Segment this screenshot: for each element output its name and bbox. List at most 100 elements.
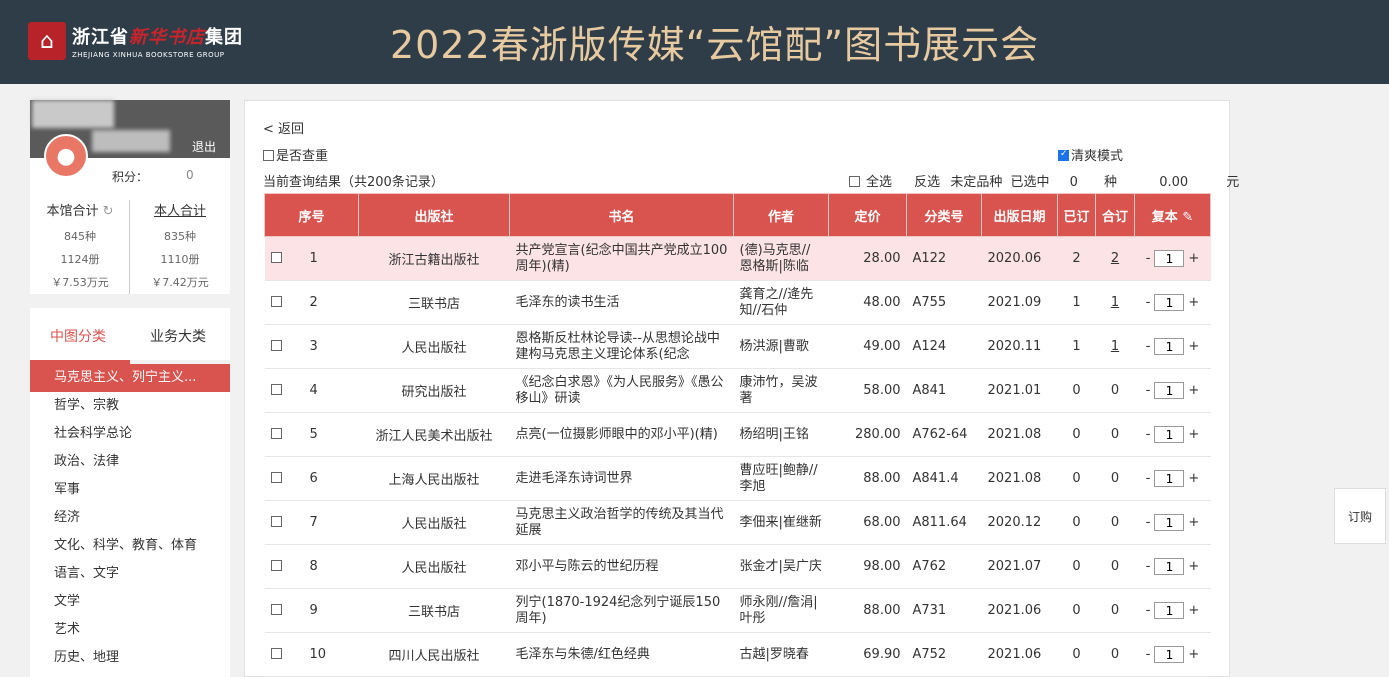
total-link[interactable]: 0 bbox=[1111, 471, 1119, 486]
quantity-input[interactable] bbox=[1154, 382, 1185, 399]
total-link[interactable]: 1 bbox=[1111, 339, 1119, 354]
quantity-input[interactable] bbox=[1154, 294, 1185, 311]
back-link[interactable]: < 返回 bbox=[263, 118, 304, 137]
row-checkbox[interactable] bbox=[270, 384, 282, 395]
decrement-button[interactable]: - bbox=[1146, 647, 1151, 662]
header-ordered[interactable]: 已订 bbox=[1057, 193, 1096, 237]
personal-total-label[interactable]: 本人合计 bbox=[130, 200, 230, 219]
total-cell[interactable]: 2 bbox=[1095, 236, 1135, 281]
header-title[interactable]: 书名 bbox=[509, 193, 734, 237]
table-row[interactable]: 5 浙江人民美术出版社 点亮(一位摄影师眼中的邓小平)(精) 杨绍明|王铭 280.00… bbox=[264, 412, 1211, 457]
category-item[interactable]: 政治、法律 bbox=[30, 448, 230, 476]
quantity-input[interactable] bbox=[1154, 470, 1185, 487]
increment-button[interactable]: + bbox=[1188, 339, 1199, 354]
tab-clc[interactable]: 中图分类 bbox=[50, 326, 106, 346]
header-total[interactable]: 合订 bbox=[1095, 193, 1135, 237]
checkbox-icon[interactable] bbox=[849, 176, 860, 187]
increment-button[interactable]: + bbox=[1188, 559, 1199, 574]
category-item[interactable]: 语言、文字 bbox=[30, 560, 230, 588]
refresh-icon[interactable]: ↻ bbox=[98, 204, 114, 219]
increment-button[interactable]: + bbox=[1188, 471, 1199, 486]
total-cell[interactable]: 0 bbox=[1095, 500, 1135, 545]
dedup-checkbox[interactable]: 是否查重 bbox=[263, 145, 328, 164]
increment-button[interactable]: + bbox=[1188, 295, 1199, 310]
category-item[interactable]: 马克思主义、列宁主义... bbox=[30, 364, 230, 392]
table-row[interactable]: 3 人民出版社 恩格斯反杜林论导读--从思想论战中建构马克思主义理论体系(纪念 杨洪源… bbox=[264, 324, 1211, 369]
quantity-input[interactable] bbox=[1154, 426, 1185, 443]
total-cell[interactable]: 0 bbox=[1095, 544, 1135, 589]
quantity-input[interactable] bbox=[1154, 250, 1185, 267]
table-row[interactable]: 6 上海人民出版社 走进毛泽东诗词世界 曹应旺|鲍静//李旭 88.00 A841.4 20… bbox=[264, 456, 1211, 501]
logout-link[interactable]: 退出 bbox=[192, 138, 216, 155]
select-all[interactable]: 全选 bbox=[849, 175, 898, 190]
row-checkbox[interactable] bbox=[270, 472, 282, 483]
increment-button[interactable]: + bbox=[1188, 647, 1199, 662]
checked-checkbox-icon[interactable] bbox=[1058, 149, 1069, 161]
quantity-input[interactable] bbox=[1154, 602, 1185, 619]
total-cell[interactable]: 0 bbox=[1095, 588, 1135, 633]
increment-button[interactable]: + bbox=[1188, 603, 1199, 618]
row-checkbox[interactable] bbox=[270, 428, 282, 439]
category-item[interactable]: 文学 bbox=[30, 588, 230, 616]
category-item[interactable]: 经济 bbox=[30, 504, 230, 532]
quantity-input[interactable] bbox=[1154, 558, 1185, 575]
total-link[interactable]: 0 bbox=[1111, 603, 1119, 618]
category-item[interactable]: 艺术 bbox=[30, 616, 230, 644]
total-cell[interactable]: 0 bbox=[1095, 368, 1135, 413]
total-cell[interactable]: 0 bbox=[1095, 456, 1135, 501]
header-copies[interactable]: 复本 ✎ bbox=[1134, 193, 1211, 237]
table-row[interactable]: 9 三联书店 列宁(1870-1924纪念列宁诞辰150周年) 师永刚//詹涓|叶彤 8… bbox=[264, 588, 1211, 633]
row-checkbox[interactable] bbox=[270, 340, 282, 351]
total-cell[interactable]: 0 bbox=[1095, 412, 1135, 457]
decrement-button[interactable]: - bbox=[1146, 295, 1151, 310]
cool-mode-checkbox[interactable]: 清爽模式 bbox=[1058, 145, 1123, 164]
quantity-input[interactable] bbox=[1154, 338, 1185, 355]
order-button[interactable]: 订购 bbox=[1334, 488, 1386, 544]
decrement-button[interactable]: - bbox=[1146, 559, 1151, 574]
decrement-button[interactable]: - bbox=[1146, 515, 1151, 530]
library-total-label[interactable]: 本馆合计 ↻ bbox=[30, 200, 130, 219]
total-cell[interactable]: 0 bbox=[1095, 632, 1135, 677]
table-row[interactable]: 2 三联书店 毛泽东的读书生活 龚育之//逄先知//石仲 48.00 A755 2021.0… bbox=[264, 280, 1211, 325]
increment-button[interactable]: + bbox=[1188, 383, 1199, 398]
category-item[interactable]: 社会科学总论 bbox=[30, 420, 230, 448]
undecided-filter[interactable]: 未定品种 bbox=[950, 175, 1002, 190]
total-link[interactable]: 0 bbox=[1111, 427, 1119, 442]
decrement-button[interactable]: - bbox=[1146, 383, 1151, 398]
decrement-button[interactable]: - bbox=[1146, 427, 1151, 442]
checkbox-icon[interactable] bbox=[263, 150, 274, 161]
header-class[interactable]: 分类号 bbox=[906, 193, 982, 237]
header-author[interactable]: 作者 bbox=[733, 193, 829, 237]
table-row[interactable]: 7 人民出版社 马克思主义政治哲学的传统及其当代延展 李佃来|崔继新 68.00 A811… bbox=[264, 500, 1211, 545]
tab-business[interactable]: 业务大类 bbox=[150, 326, 206, 346]
total-cell[interactable]: 1 bbox=[1095, 324, 1135, 369]
invert-selection[interactable]: 反选 bbox=[914, 175, 940, 190]
table-row[interactable]: 10 四川人民出版社 毛泽东与朱德/红色经典 古越|罗晓春 69.90 A752 2021.… bbox=[264, 632, 1211, 677]
category-item[interactable]: 军事 bbox=[30, 476, 230, 504]
decrement-button[interactable]: - bbox=[1146, 471, 1151, 486]
header-no[interactable]: 序号 bbox=[264, 193, 359, 237]
category-item[interactable]: 文化、科学、教育、体育 bbox=[30, 532, 230, 560]
edit-icon[interactable]: ✎ bbox=[1182, 210, 1193, 225]
row-checkbox[interactable] bbox=[270, 516, 282, 527]
decrement-button[interactable]: - bbox=[1146, 339, 1151, 354]
quantity-input[interactable] bbox=[1154, 514, 1185, 531]
header-publisher[interactable]: 出版社 bbox=[358, 193, 510, 237]
table-row[interactable]: 8 人民出版社 邓小平与陈云的世纪历程 张金才|吴广庆 98.00 A762 2021.07… bbox=[264, 544, 1211, 589]
category-item[interactable]: 哲学、宗教 bbox=[30, 392, 230, 420]
total-cell[interactable]: 1 bbox=[1095, 280, 1135, 325]
row-checkbox[interactable] bbox=[270, 604, 282, 615]
decrement-button[interactable]: - bbox=[1146, 603, 1151, 618]
total-link[interactable]: 1 bbox=[1111, 295, 1119, 310]
header-price[interactable]: 定价 bbox=[828, 193, 907, 237]
row-checkbox[interactable] bbox=[270, 648, 282, 659]
total-link[interactable]: 0 bbox=[1111, 383, 1119, 398]
decrement-button[interactable]: - bbox=[1146, 251, 1151, 266]
row-checkbox[interactable] bbox=[270, 252, 282, 263]
row-checkbox[interactable] bbox=[270, 296, 282, 307]
increment-button[interactable]: + bbox=[1188, 515, 1199, 530]
table-row[interactable]: 4 研究出版社 《纪念白求恩》《为人民服务》《愚公移山》研读 康沛竹，吴波著 58.00… bbox=[264, 368, 1211, 413]
quantity-input[interactable] bbox=[1154, 646, 1185, 663]
category-item[interactable]: 历史、地理 bbox=[30, 644, 230, 672]
total-link[interactable]: 0 bbox=[1111, 515, 1119, 530]
